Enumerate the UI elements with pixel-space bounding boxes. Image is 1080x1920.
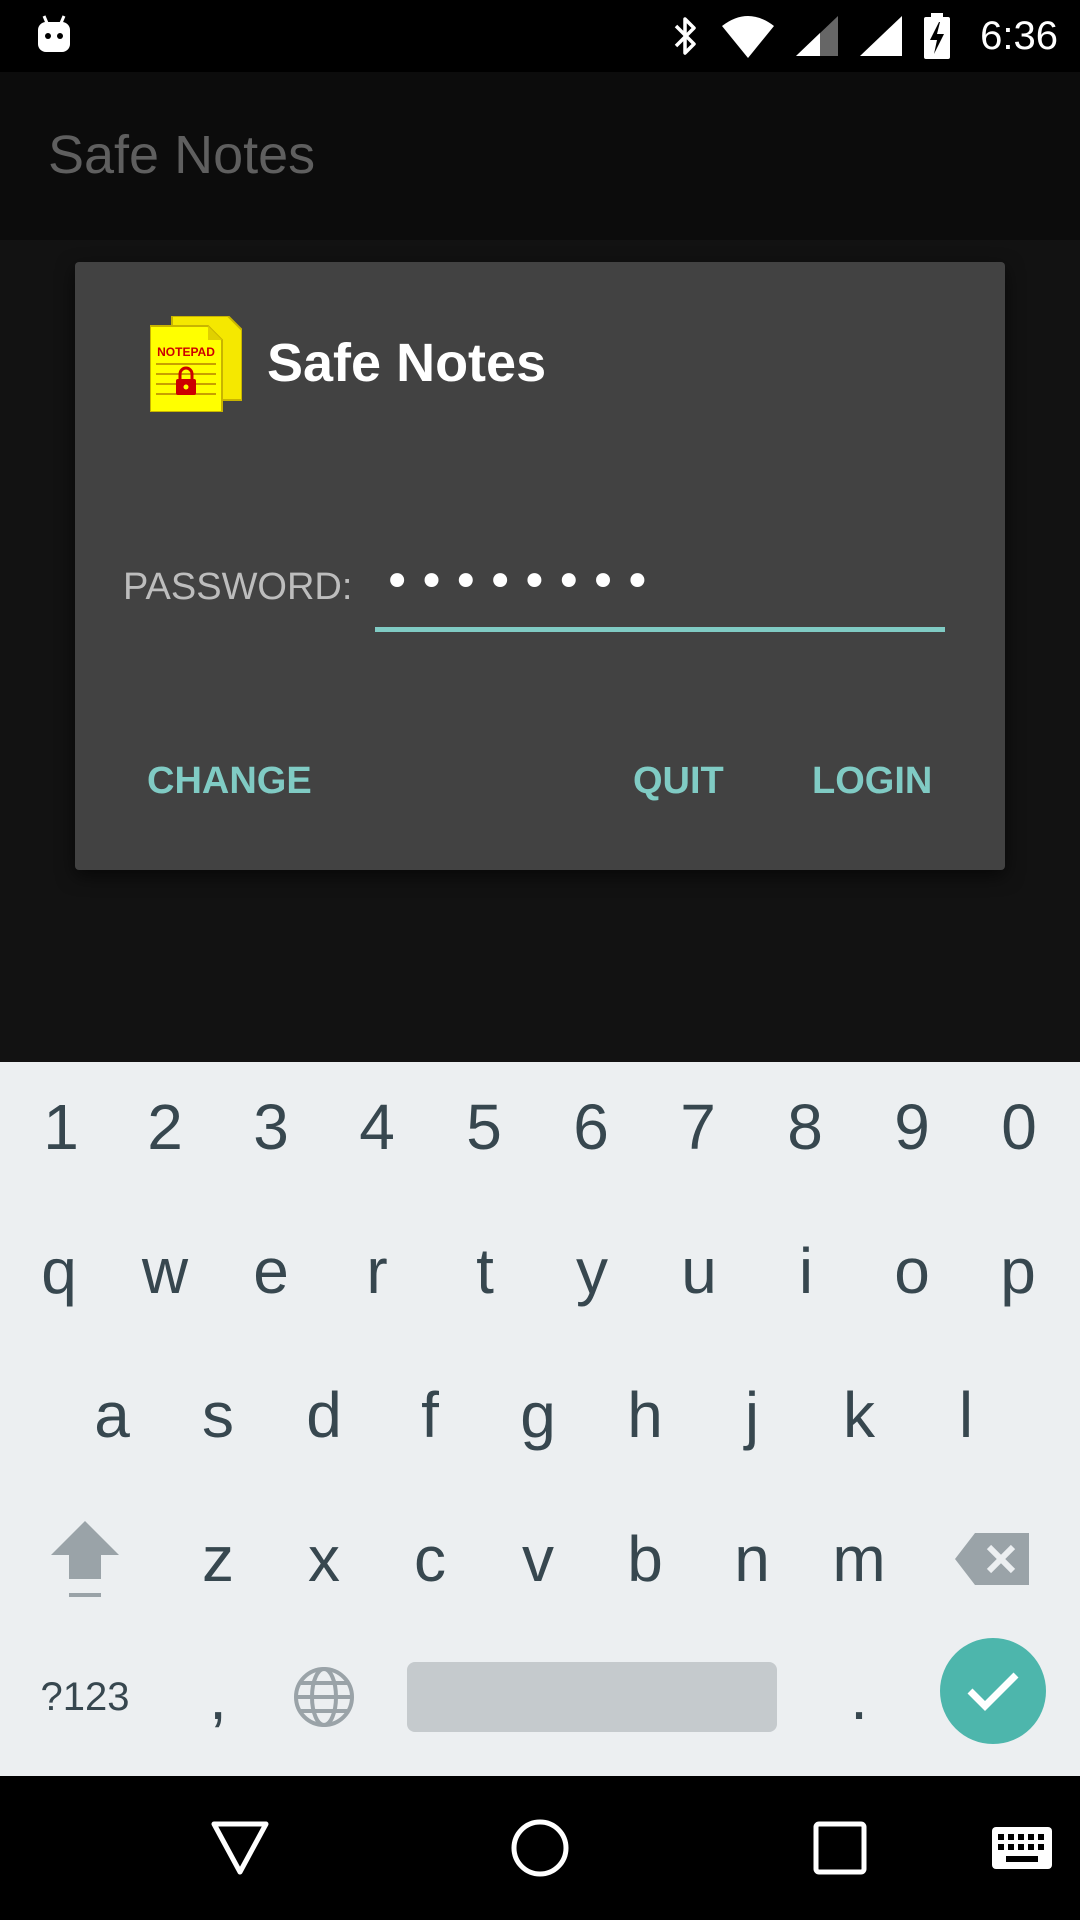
period-key[interactable]: . [806, 1632, 912, 1762]
key[interactable]: z [165, 1494, 271, 1624]
key[interactable]: d [271, 1350, 377, 1480]
home-icon [511, 1819, 569, 1877]
key[interactable]: v [485, 1494, 591, 1624]
key[interactable]: 8 [752, 1062, 858, 1192]
key[interactable]: i [753, 1206, 859, 1336]
app-bar: Safe Notes [0, 72, 1080, 240]
recents-icon [813, 1821, 867, 1875]
home-button[interactable] [504, 1812, 576, 1884]
key[interactable]: 7 [645, 1062, 751, 1192]
cell-signal-full-icon [860, 16, 903, 56]
key[interactable]: k [806, 1350, 912, 1480]
key[interactable]: e [218, 1206, 324, 1336]
quit-button[interactable]: QUIT [633, 760, 724, 803]
keyboard-row-3: z x c v b n m [0, 1494, 1080, 1624]
shift-key[interactable] [32, 1494, 138, 1624]
bluetooth-icon [674, 17, 696, 55]
key[interactable]: p [965, 1206, 1071, 1336]
navigation-bar [0, 1776, 1080, 1920]
globe-icon [294, 1667, 354, 1727]
key[interactable]: j [699, 1350, 805, 1480]
change-button[interactable]: CHANGE [147, 760, 312, 803]
key[interactable]: 4 [324, 1062, 430, 1192]
app-bar-title: Safe Notes [48, 125, 316, 185]
key[interactable]: 0 [966, 1062, 1072, 1192]
check-icon [967, 1672, 1019, 1711]
backspace-key[interactable] [940, 1494, 1046, 1624]
keyboard-row-2: a s d f g h j k l [0, 1350, 1080, 1480]
key[interactable]: 5 [431, 1062, 537, 1192]
key[interactable]: u [646, 1206, 752, 1336]
done-key[interactable] [940, 1638, 1046, 1744]
login-dialog: NOTEPAD Safe Notes PASSWORD: CHANGE QUIT… [75, 262, 1005, 870]
notepad-lock-icon: NOTEPAD [150, 316, 242, 412]
key[interactable]: w [112, 1206, 218, 1336]
key[interactable]: 9 [859, 1062, 965, 1192]
key[interactable]: x [271, 1494, 377, 1624]
key[interactable]: 6 [538, 1062, 644, 1192]
keyboard-switch-icon [992, 1827, 1052, 1869]
key[interactable]: s [165, 1350, 271, 1480]
wifi-icon [722, 16, 775, 58]
language-key[interactable] [271, 1632, 377, 1762]
key[interactable]: q [6, 1206, 112, 1336]
password-input-underline [375, 627, 945, 632]
android-debug-icon [38, 15, 70, 52]
key[interactable]: 3 [218, 1062, 324, 1192]
keyboard-row-1: q w e r t y u i o p [0, 1206, 1080, 1336]
recents-button[interactable] [804, 1812, 876, 1884]
key[interactable]: 2 [112, 1062, 218, 1192]
symbols-key[interactable]: ?123 [32, 1632, 138, 1762]
shift-icon [51, 1521, 119, 1597]
back-button[interactable] [204, 1812, 276, 1884]
key[interactable]: b [592, 1494, 698, 1624]
login-button[interactable]: LOGIN [812, 760, 932, 803]
key[interactable]: m [806, 1494, 912, 1624]
key[interactable]: t [432, 1206, 538, 1336]
key[interactable]: r [324, 1206, 430, 1336]
soft-keyboard: 1 2 3 4 5 6 7 8 9 0 q w e r t y u i o p … [0, 1062, 1080, 1776]
key[interactable]: n [699, 1494, 805, 1624]
logo-text: NOTEPAD [157, 345, 215, 359]
key[interactable]: l [913, 1350, 1019, 1480]
key[interactable]: g [485, 1350, 591, 1480]
password-input[interactable] [375, 547, 945, 617]
key[interactable]: a [59, 1350, 165, 1480]
dialog-title: Safe Notes [267, 333, 547, 393]
comma-key[interactable]: , [165, 1632, 271, 1762]
status-bar: 6:36 [0, 0, 1080, 72]
backspace-icon [955, 1533, 1029, 1585]
keyboard-switch-button[interactable] [986, 1812, 1058, 1884]
space-key[interactable] [407, 1662, 777, 1732]
cell-signal-icon [796, 16, 839, 56]
status-clock: 6:36 [980, 13, 1058, 58]
key[interactable]: o [859, 1206, 965, 1336]
key[interactable]: y [539, 1206, 645, 1336]
back-icon [211, 1821, 269, 1875]
password-label: PASSWORD: [123, 566, 353, 608]
keyboard-row-numbers: 1 2 3 4 5 6 7 8 9 0 [0, 1062, 1080, 1192]
key[interactable]: c [377, 1494, 483, 1624]
key[interactable]: f [377, 1350, 483, 1480]
key[interactable]: h [592, 1350, 698, 1480]
battery-charging-icon [924, 13, 951, 59]
key[interactable]: 1 [8, 1062, 114, 1192]
